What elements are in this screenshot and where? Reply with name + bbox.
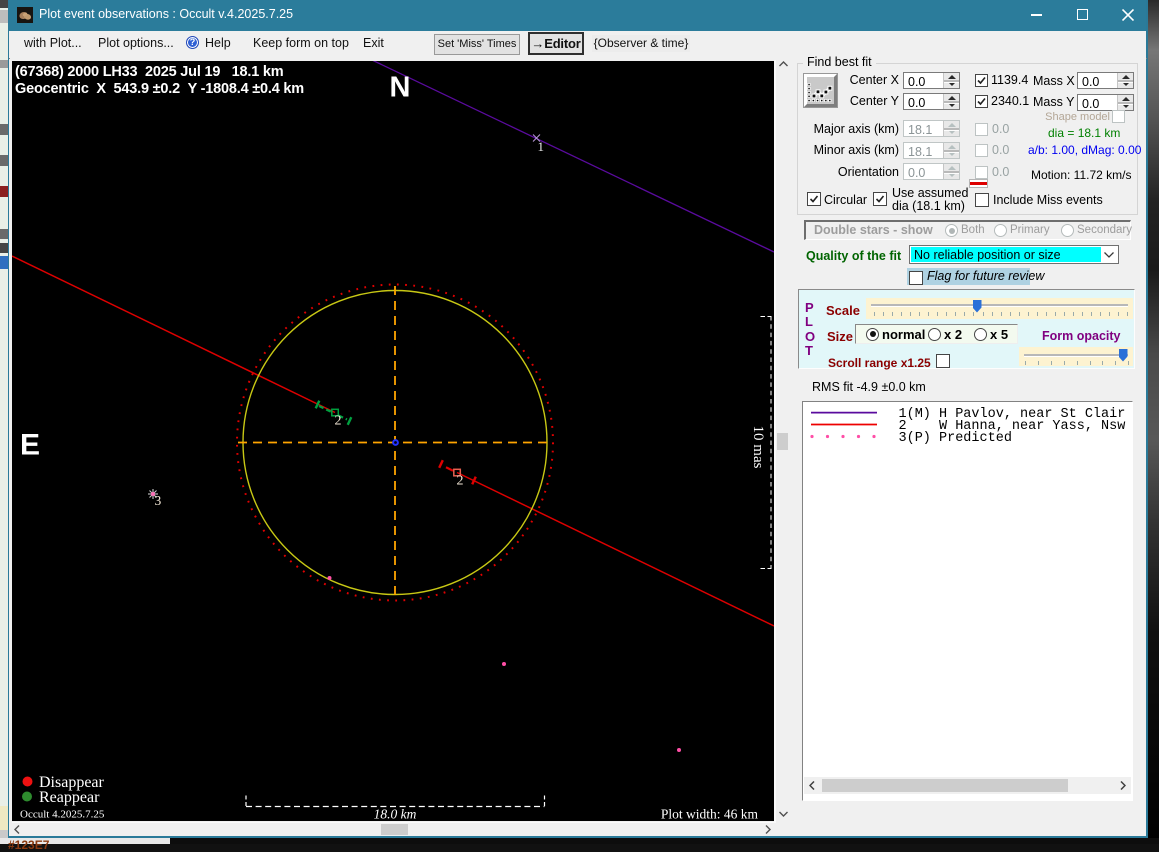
svg-text:2: 2 [457, 474, 464, 489]
svg-text:2: 2 [335, 414, 342, 429]
svg-text:Occult 4.2025.7.25: Occult 4.2025.7.25 [20, 809, 105, 821]
svg-text:3(P) Predicted: 3(P) Predicted [899, 431, 1012, 446]
svg-text:N: N [390, 72, 411, 104]
svg-text:18.0 km: 18.0 km [374, 807, 417, 822]
svg-text:Geocentric X 543.9 ±0.2 Y -: Geocentric X 543.9 ±0.2 Y -1808.4 ±0.4 k… [15, 81, 304, 97]
svg-text:3: 3 [155, 493, 162, 508]
svg-text:(67368) 2000 LH33 2025 Jul 19: (67368) 2000 LH33 2025 Jul 19 18.1 km [15, 64, 284, 80]
svg-text:E: E [20, 429, 40, 462]
svg-text:Plot width: 46 km: Plot width: 46 km [661, 807, 759, 822]
svg-text:10 mas: 10 mas [750, 426, 766, 469]
svg-text:1: 1 [538, 139, 545, 154]
svg-text:Reappear: Reappear [39, 789, 100, 806]
